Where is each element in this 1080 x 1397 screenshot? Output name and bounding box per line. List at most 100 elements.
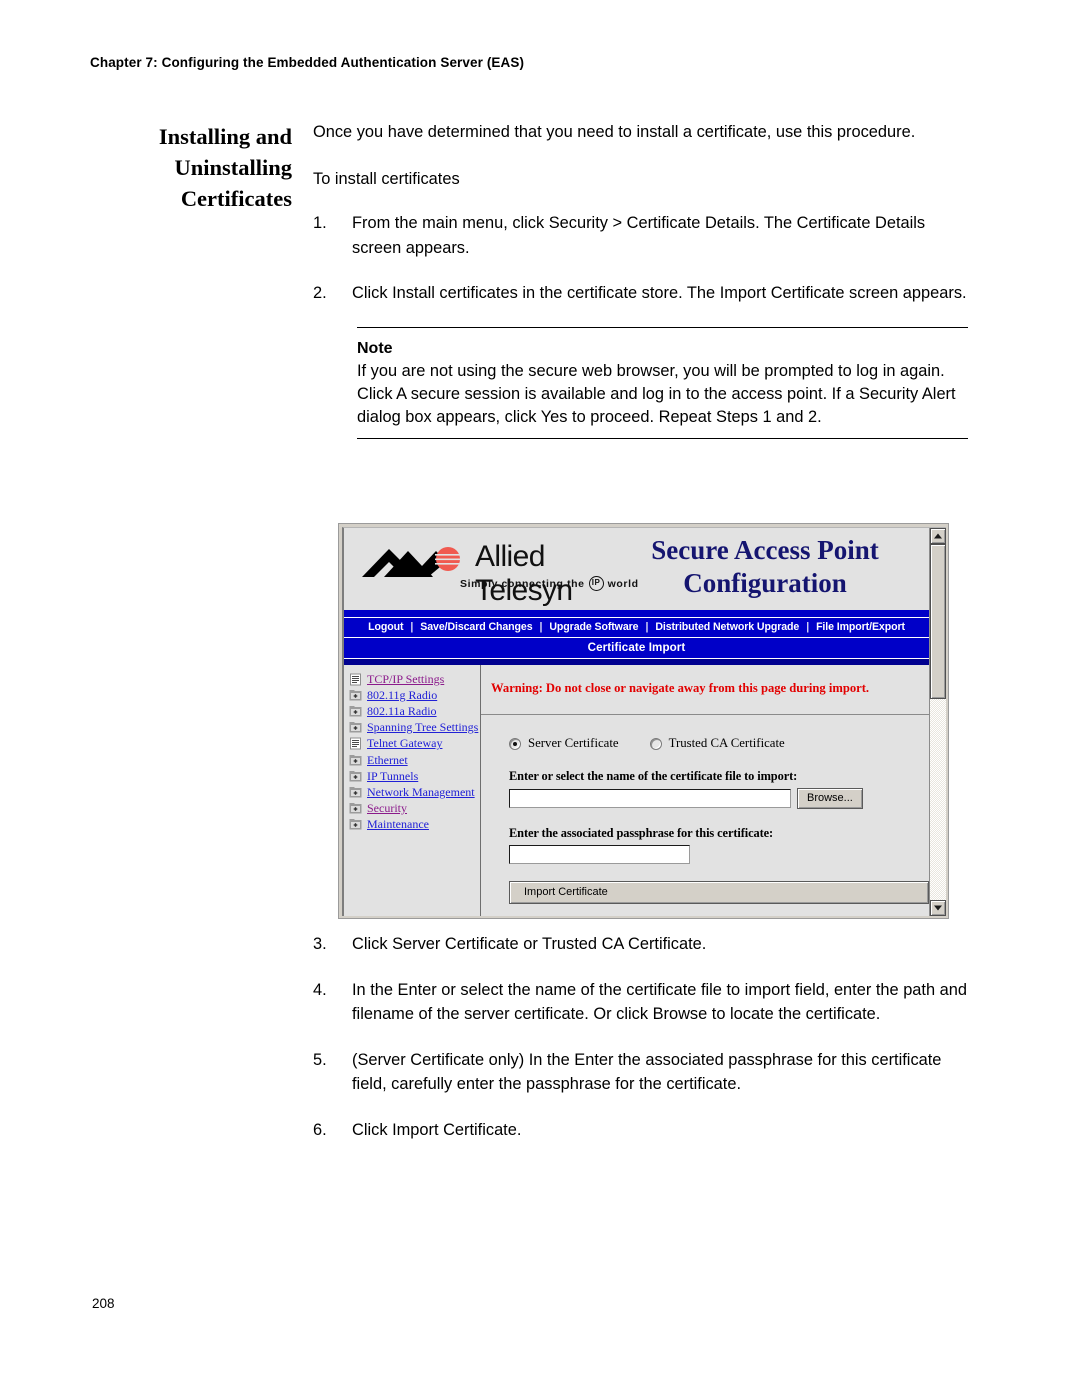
sidebar-item-label: 802.11g Radio	[367, 687, 438, 702]
app-title: Secure Access Point Configuration	[615, 534, 915, 600]
body-column: Once you have determined that you need t…	[313, 120, 968, 439]
logo-mark-icon	[362, 547, 461, 577]
folder-plus-icon	[349, 689, 362, 701]
sidebar-item-security[interactable]: Security	[349, 801, 480, 817]
step-text: From the main menu, click Security > Cer…	[352, 214, 926, 257]
nav-item-save-discard-changes[interactable]: Save/Discard Changes	[413, 621, 539, 633]
sidebar-item-label: Telnet Gateway	[367, 736, 443, 751]
intro-paragraph: Once you have determined that you need t…	[313, 123, 916, 141]
page-number: 208	[92, 1296, 115, 1311]
sidebar-item-label: Ethernet	[367, 752, 408, 767]
sidebar-item-tcp-ip-settings[interactable]: TCP/IP Settings	[349, 671, 480, 687]
radio-server-certificate[interactable]	[509, 737, 521, 750]
app-title-line-1: Secure Access Point	[651, 535, 879, 565]
warning-region: Warning: Do not close or navigate away f…	[481, 665, 929, 715]
sidebar-item-spanning-tree-settings[interactable]: Spanning Tree Settings	[349, 720, 480, 736]
nav-item-logout[interactable]: Logout	[361, 621, 410, 633]
sidebar-item-label: TCP/IP Settings	[367, 671, 445, 686]
sidebar-item-network-management[interactable]: Network Management	[349, 784, 480, 800]
nav-separator: |	[410, 621, 414, 633]
nav-separator: |	[645, 621, 649, 633]
certificate-type-radio-group: Server Certificate Trusted CA Certificat…	[509, 736, 929, 751]
sidebar-item-maintenance[interactable]: Maintenance	[349, 817, 480, 833]
section-heading-line-1: Installing and	[158, 124, 292, 149]
allied-telesyn-logo: Allied Telesyn Simply connecting the IP …	[362, 538, 647, 607]
step-text: Click Import Certificate.	[352, 1120, 522, 1139]
section-heading: Installing and Uninstalling Certificates	[120, 121, 292, 214]
page-title-bar: Certificate Import	[344, 638, 929, 659]
vertical-scrollbar[interactable]	[929, 528, 946, 916]
note-title: Note	[357, 339, 393, 357]
ip-badge-icon: IP	[588, 576, 604, 591]
step-number: 6.	[313, 1120, 327, 1139]
section-heading-line-3: Certificates	[180, 186, 292, 211]
sidebar-item-label: Spanning Tree Settings	[367, 720, 479, 735]
body-column-after: 3. Click Server Certificate or Trusted C…	[313, 932, 968, 1163]
sidebar-item-ethernet[interactable]: Ethernet	[349, 752, 480, 768]
browser-viewport: Allied Telesyn Simply connecting the IP …	[342, 527, 946, 916]
step-text: In the Enter or select the name of the c…	[352, 980, 967, 1024]
folder-plus-icon	[349, 770, 362, 782]
scrollbar-track[interactable]	[930, 544, 946, 900]
certificate-file-row: Browse...	[509, 788, 929, 809]
step-text: (Server Certificate only) In the Enter t…	[352, 1050, 942, 1094]
note-box: Note If you are not using the secure web…	[357, 326, 968, 439]
step-text: Click Install certificates in the certif…	[352, 284, 967, 302]
sidebar-item-label: Maintenance	[367, 817, 429, 832]
app-banner: Allied Telesyn Simply connecting the IP …	[344, 528, 929, 610]
radio-trusted-ca-certificate-label: Trusted CA Certificate	[668, 736, 785, 750]
scroll-up-arrow-icon[interactable]	[930, 528, 946, 544]
step-item: 5. (Server Certificate only) In the Ente…	[313, 1048, 968, 1097]
sidebar-item-label: IP Tunnels	[367, 768, 419, 783]
step-number: 1.	[313, 214, 327, 232]
steps-list-before: 1. From the main menu, click Security > …	[313, 211, 968, 306]
certificate-file-label: Enter or select the name of the certific…	[509, 769, 798, 783]
step-item: 6. Click Import Certificate.	[313, 1118, 968, 1143]
step-item: 3. Click Server Certificate or Trusted C…	[313, 932, 968, 957]
nav-item-file-import-export[interactable]: File Import/Export	[809, 621, 912, 633]
sidebar-item-ip-tunnels[interactable]: IP Tunnels	[349, 768, 480, 784]
scroll-down-arrow-icon[interactable]	[930, 900, 946, 916]
step-text: Click Server Certificate or Trusted CA C…	[352, 935, 707, 953]
folder-plus-icon	[349, 803, 362, 814]
nav-separator: |	[806, 621, 810, 633]
app-title-line-2: Configuration	[683, 568, 847, 598]
sub-heading: To install certificates	[313, 169, 460, 188]
sidebar-item-telnet-gateway[interactable]: Telnet Gateway	[349, 736, 480, 752]
sidebar-menu: TCP/IP Settings 802.11g Radio 802.11a Ra…	[344, 665, 481, 916]
browser-page: Allied Telesyn Simply connecting the IP …	[344, 528, 929, 916]
step-item: 4. In the Enter or select the name of th…	[313, 978, 968, 1027]
browse-button[interactable]: Browse...	[797, 788, 863, 809]
folder-plus-icon	[349, 705, 362, 717]
step-number: 5.	[313, 1050, 327, 1069]
folder-plus-icon	[349, 819, 362, 830]
passphrase-input[interactable]	[509, 845, 690, 864]
passphrase-row	[509, 845, 929, 864]
nav-item-upgrade-software[interactable]: Upgrade Software	[542, 621, 645, 633]
sidebar-item-label: Security	[367, 801, 407, 816]
step-item: 1. From the main menu, click Security > …	[313, 211, 968, 260]
sidebar-item-802-11g-radio[interactable]: 802.11g Radio	[349, 687, 480, 703]
nav-top-strip	[344, 610, 929, 618]
certificate-file-input[interactable]	[509, 789, 791, 808]
document-icon	[350, 673, 361, 686]
folder-plus-icon	[349, 786, 362, 798]
tagline-before: Simply connecting the	[460, 577, 585, 590]
page-content: TCP/IP Settings 802.11g Radio 802.11a Ra…	[344, 665, 929, 916]
step-item: 2. Click Install certificates in the cer…	[313, 281, 968, 306]
steps-list-after: 3. Click Server Certificate or Trusted C…	[313, 932, 968, 1142]
application-screenshot: Allied Telesyn Simply connecting the IP …	[338, 523, 949, 919]
certificate-import-pane: Warning: Do not close or navigate away f…	[481, 665, 929, 916]
document-icon	[350, 737, 361, 750]
step-number: 3.	[313, 935, 327, 953]
nav-item-distributed-network-upgrade[interactable]: Distributed Network Upgrade	[648, 621, 806, 633]
scrollbar-thumb[interactable]	[930, 544, 946, 699]
step-number: 2.	[313, 284, 327, 302]
import-certificate-button[interactable]: Import Certificate	[509, 881, 929, 904]
note-text: If you are not using the secure web brow…	[357, 361, 956, 426]
sidebar-item-label: Network Management	[367, 784, 475, 799]
main-nav-bar: Logout | Save/Discard Changes | Upgrade Soft…	[344, 618, 929, 638]
radio-trusted-ca-certificate[interactable]	[649, 737, 662, 750]
passphrase-label: Enter the associated passphrase for this…	[509, 826, 774, 840]
sidebar-item-802-11a-radio[interactable]: 802.11a Radio	[349, 703, 480, 719]
